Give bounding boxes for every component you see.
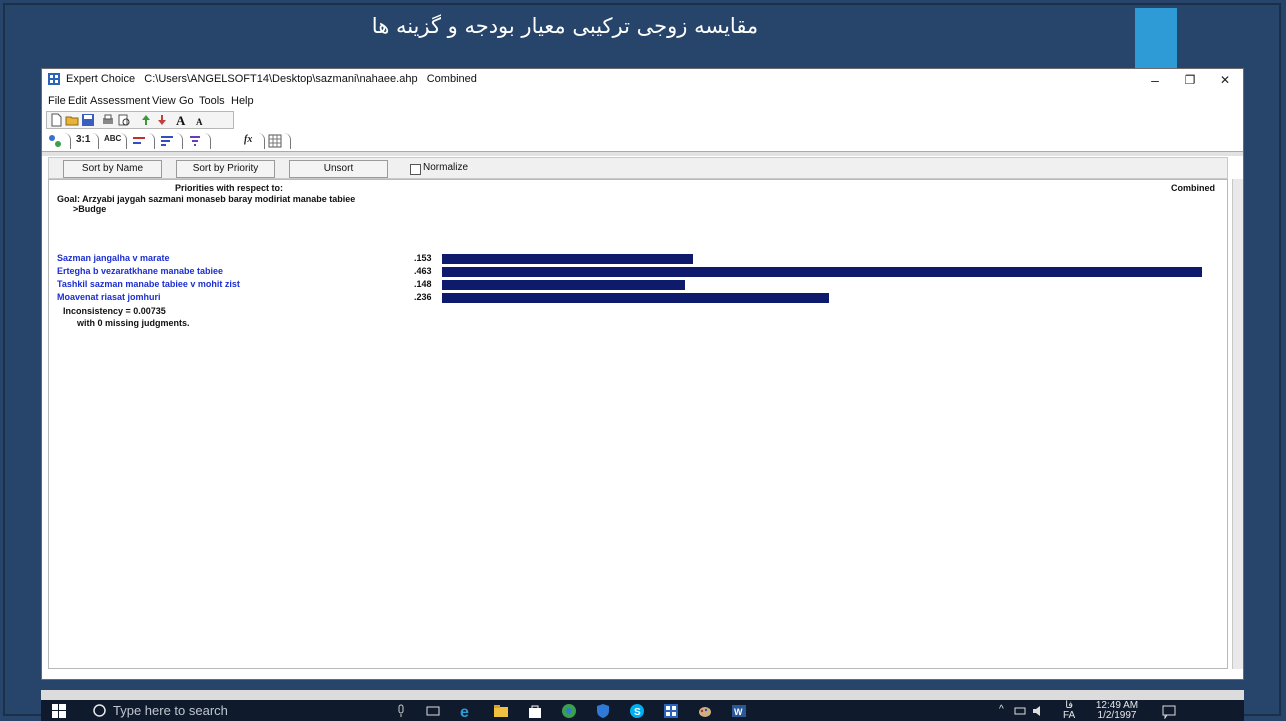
criterion-label: Moavenat riasat jomhuri bbox=[57, 292, 161, 302]
windows-taskbar: Type here to search e S W ^ فا FA 12:49 … bbox=[41, 700, 1244, 721]
save-icon[interactable] bbox=[81, 113, 95, 127]
clock[interactable]: 12:49 AM 1/2/1997 bbox=[1089, 701, 1145, 721]
menu-edit[interactable]: Edit bbox=[68, 95, 87, 107]
slide-title: مقایسه زوجی ترکیبی معیار بودجه و گزینه ه… bbox=[371, 14, 759, 38]
taskbar-search[interactable]: Type here to search bbox=[83, 700, 383, 721]
slide-accent-block bbox=[1135, 8, 1177, 68]
slide-gap bbox=[41, 690, 1244, 700]
move-up-icon[interactable] bbox=[139, 113, 153, 127]
criterion-label: Tashkil sazman manabe tabiee v mohit zis… bbox=[57, 279, 240, 289]
microphone-icon[interactable] bbox=[393, 703, 409, 719]
chrome-icon[interactable] bbox=[561, 703, 577, 719]
menu-go[interactable]: Go bbox=[179, 95, 194, 107]
graphical-view-icon[interactable] bbox=[132, 134, 146, 148]
store-icon[interactable] bbox=[527, 703, 543, 719]
menu-view[interactable]: View bbox=[152, 95, 176, 107]
clock-date: 1/2/1997 bbox=[1097, 710, 1137, 721]
svg-text:e: e bbox=[460, 704, 469, 719]
priority-bar bbox=[442, 254, 693, 264]
priority-value: .236 bbox=[414, 292, 432, 302]
font-larger-icon[interactable]: A bbox=[175, 113, 189, 127]
priority-bar bbox=[442, 267, 1202, 277]
view-tabs: 3:1 ABC fx bbox=[44, 131, 444, 151]
priorities-report: Priorities with respect to: Combined Goa… bbox=[48, 179, 1228, 669]
cortana-icon bbox=[93, 704, 106, 717]
unsort-button[interactable]: Unsort bbox=[289, 160, 388, 178]
criterion-label: Ertegha b vezaratkhane manabe tabiee bbox=[57, 266, 224, 276]
paint-icon[interactable] bbox=[697, 703, 713, 719]
toolbar-divider bbox=[42, 151, 1243, 156]
priority-bar bbox=[442, 280, 685, 290]
print-preview-icon[interactable] bbox=[117, 113, 131, 127]
main-toolbar: A A bbox=[46, 111, 234, 129]
expert-choice-window: Expert Choice C:\Users\ANGELSOFT14\Deskt… bbox=[41, 68, 1244, 680]
edge-icon[interactable]: e bbox=[459, 703, 475, 719]
new-file-icon[interactable] bbox=[49, 113, 63, 127]
sort-bar: Sort by Name Sort by Priority Unsort Nor… bbox=[48, 157, 1228, 179]
search-placeholder: Type here to search bbox=[113, 703, 228, 718]
show-hidden-icons[interactable]: ^ bbox=[999, 705, 1004, 715]
notifications-icon[interactable] bbox=[1161, 703, 1177, 719]
svg-text:S: S bbox=[634, 707, 641, 718]
menu-help[interactable]: Help bbox=[231, 95, 254, 107]
priority-value: .148 bbox=[414, 279, 432, 289]
tab-pairwise-numeric[interactable]: 3:1 bbox=[76, 134, 90, 148]
app-name: Expert Choice bbox=[66, 73, 136, 85]
open-folder-icon[interactable] bbox=[65, 113, 79, 127]
defender-icon[interactable] bbox=[595, 703, 611, 719]
menu-tools[interactable]: Tools bbox=[199, 95, 225, 107]
formula-icon[interactable]: fx bbox=[244, 134, 252, 148]
inconsistency-text: Inconsistency = 0.00735 bbox=[63, 306, 166, 316]
volume-icon[interactable] bbox=[1031, 703, 1047, 719]
start-icon[interactable] bbox=[52, 704, 66, 718]
network-icon[interactable] bbox=[1013, 703, 1029, 719]
svg-text:W: W bbox=[734, 707, 743, 717]
tree-view-icon[interactable] bbox=[48, 134, 62, 148]
file-explorer-icon[interactable] bbox=[493, 703, 509, 719]
move-down-icon[interactable] bbox=[155, 113, 169, 127]
normalize-label: Normalize bbox=[423, 162, 469, 173]
skype-icon[interactable]: S bbox=[629, 703, 645, 719]
tab-verbal[interactable]: ABC bbox=[104, 134, 121, 148]
priority-value: .463 bbox=[414, 266, 432, 276]
priority-bars-icon[interactable] bbox=[160, 134, 174, 148]
svg-text:A: A bbox=[196, 117, 203, 127]
sensitivity-icon[interactable] bbox=[188, 134, 202, 148]
font-smaller-icon[interactable]: A bbox=[193, 113, 207, 127]
vertical-scrollbar[interactable] bbox=[1232, 179, 1243, 669]
file-path: C:\Users\ANGELSOFT14\Desktop\sazmani\nah… bbox=[144, 73, 418, 85]
lang-bottom: FA bbox=[1063, 710, 1076, 721]
menu-file[interactable]: File bbox=[48, 95, 66, 107]
window-title: Expert Choice C:\Users\ANGELSOFT14\Deskt… bbox=[66, 73, 477, 85]
priority-value: .153 bbox=[414, 253, 432, 263]
criterion-label: Sazman jangalha v marate bbox=[57, 253, 170, 263]
app-icon bbox=[48, 73, 60, 85]
missing-judgments-text: with 0 missing judgments. bbox=[77, 318, 190, 328]
sort-by-name-button[interactable]: Sort by Name bbox=[63, 160, 162, 178]
sort-by-priority-button[interactable]: Sort by Priority bbox=[176, 160, 275, 178]
report-heading: Priorities with respect to: bbox=[175, 183, 284, 193]
node-label: >Budge bbox=[73, 204, 107, 214]
restore-button[interactable]: ❐ bbox=[1172, 69, 1208, 91]
word-icon[interactable]: W bbox=[731, 703, 747, 719]
task-view-icon[interactable] bbox=[425, 703, 441, 719]
svg-text:A: A bbox=[176, 113, 186, 127]
close-button[interactable]: ✕ bbox=[1207, 69, 1243, 91]
mode-label: Combined bbox=[426, 73, 477, 85]
expert-choice-icon[interactable] bbox=[663, 703, 679, 719]
input-language[interactable]: فا FA bbox=[1063, 701, 1075, 721]
menu-assessment[interactable]: Assessment bbox=[90, 95, 150, 107]
grid-view-icon[interactable] bbox=[268, 134, 282, 148]
goal-text: Goal: Arzyabi jaygah sazmani monaseb bar… bbox=[57, 194, 356, 204]
normalize-checkbox[interactable] bbox=[410, 164, 421, 175]
window-titlebar[interactable]: Expert Choice C:\Users\ANGELSOFT14\Deskt… bbox=[42, 69, 1243, 91]
priority-bar bbox=[442, 293, 829, 303]
minimize-button[interactable]: – bbox=[1137, 69, 1173, 91]
print-icon[interactable] bbox=[101, 113, 115, 127]
combined-label: Combined bbox=[1171, 183, 1215, 193]
